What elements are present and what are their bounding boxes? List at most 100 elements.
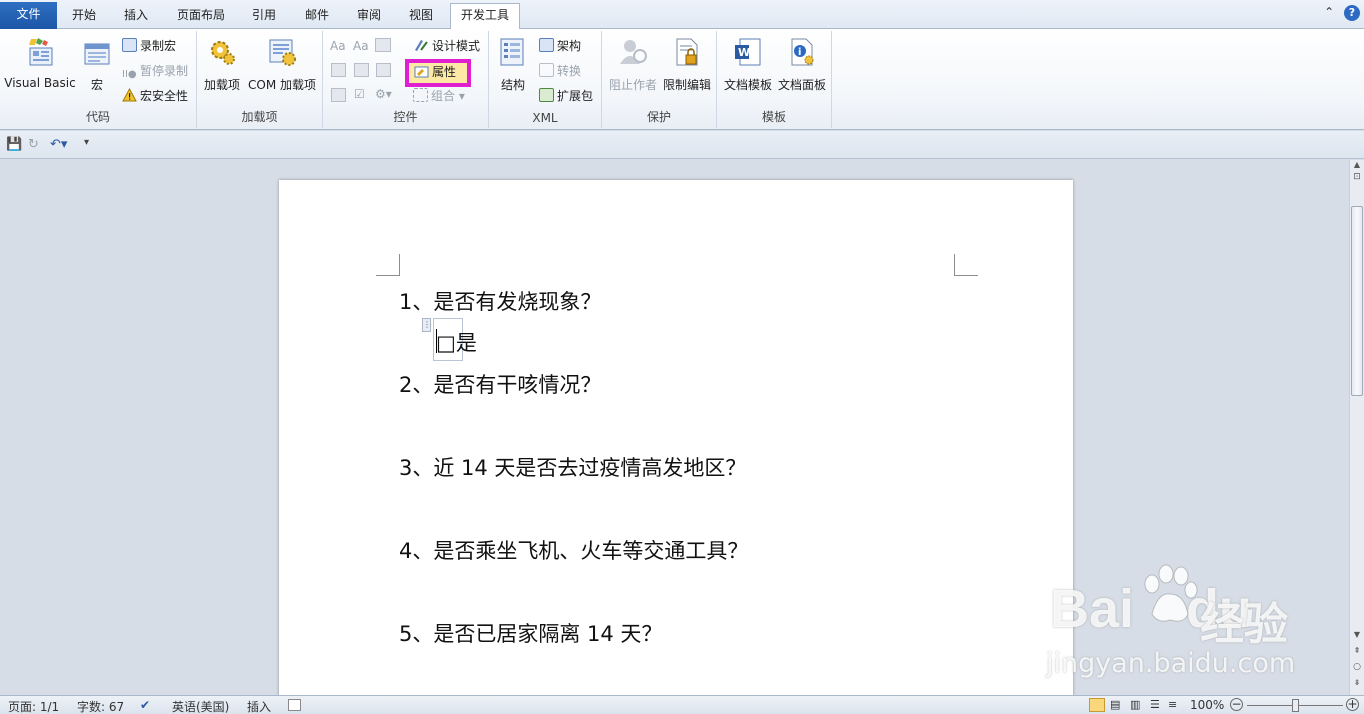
question-1: 1、是否有发烧现象？ xyxy=(399,290,602,314)
group-label-protect: 保护 xyxy=(646,110,671,124)
watermark-jingyan: 经验 xyxy=(1200,599,1288,650)
status-words[interactable]: 字数: 67 xyxy=(77,698,124,714)
document-page[interactable]: 1、是否有发烧现象？ ⋮ □是 2、是否有干咳情况？ 3、近 14 天是否去过疫… xyxy=(279,180,1073,695)
tab-review[interactable]: 审阅 xyxy=(347,4,391,29)
expansion-pack-icon xyxy=(539,88,554,102)
gear-icon xyxy=(211,41,235,65)
visual-basic-icon xyxy=(29,38,53,66)
group-controls: Aa Aa ☑ ⚙▾ 设计模式 属性 组合 ▾ 控件 xyxy=(323,31,489,128)
visual-basic-button[interactable]: Visual Basic xyxy=(4,33,76,90)
design-mode-icon xyxy=(415,40,428,51)
redo-icon[interactable]: ↻ xyxy=(28,137,39,152)
rich-text-control-button[interactable]: Aa xyxy=(330,36,346,56)
ribbon: Visual Basic 宏 录制宏 II● 暂停录制 宏安全性 代码 加载项 … xyxy=(0,29,1364,130)
group-label-code: 代码 xyxy=(85,110,110,124)
macros-button[interactable]: 宏 xyxy=(80,33,114,93)
group-templates: W 文档模板 i 文档面板 模板 xyxy=(717,31,832,128)
outline-view-icon[interactable]: ☰ xyxy=(1150,698,1160,711)
com-addins-icon xyxy=(269,39,296,66)
zoom-slider-thumb[interactable] xyxy=(1292,699,1299,712)
record-macro-button[interactable]: 录制宏 xyxy=(122,36,176,56)
tab-view[interactable]: 视图 xyxy=(399,4,443,29)
scroll-thumb[interactable] xyxy=(1351,206,1363,396)
restrict-editing-button[interactable]: 限制编辑 xyxy=(660,33,714,93)
tab-file[interactable]: 文件 xyxy=(0,2,57,29)
document-panel-button[interactable]: i 文档面板 xyxy=(775,33,829,93)
help-icon[interactable]: ? xyxy=(1344,5,1360,21)
checkbox-yes[interactable]: □是 xyxy=(436,327,477,357)
tab-mailings[interactable]: 邮件 xyxy=(295,4,339,29)
properties-button[interactable]: 属性 xyxy=(405,59,471,87)
com-addins-button[interactable]: COM 加载项 xyxy=(245,33,319,93)
picture-control-button[interactable] xyxy=(375,38,391,52)
design-mode-button[interactable]: 设计模式 xyxy=(413,36,480,56)
tab-insert[interactable]: 插入 xyxy=(114,4,158,29)
undo-icon[interactable]: ↶▾ xyxy=(50,137,67,152)
question-4: 4、是否乘坐飞机、火车等交通工具？ xyxy=(399,539,749,563)
document-workspace: 1、是否有发烧现象？ ⋮ □是 2、是否有干咳情况？ 3、近 14 天是否去过疫… xyxy=(0,160,1349,695)
combo-box-control-button[interactable] xyxy=(354,63,369,77)
group-xml: 结构 架构 转换 扩展包 XML xyxy=(489,31,602,128)
warning-icon xyxy=(122,87,137,102)
structure-button[interactable]: 结构 xyxy=(495,33,531,93)
macro-record-icon[interactable] xyxy=(288,699,301,711)
customize-qat-icon[interactable]: ▾ xyxy=(84,137,89,148)
margin-corner-left xyxy=(376,254,400,276)
draft-view-icon[interactable]: ≡ xyxy=(1168,698,1177,711)
macros-icon xyxy=(84,43,110,65)
status-bar: 页面: 1/1 字数: 67 ✔ 英语(美国) 插入 ▤ ▥ ☰ ≡ 100% … xyxy=(0,695,1364,714)
group-addins: 加载项 COM 加载项 加载项 xyxy=(197,31,323,128)
scroll-up-icon[interactable]: ▲ xyxy=(1351,160,1363,170)
status-page[interactable]: 页面: 1/1 xyxy=(8,698,59,714)
tab-references[interactable]: 引用 xyxy=(242,4,286,29)
web-layout-view-icon[interactable]: ▥ xyxy=(1130,698,1140,711)
transform-icon xyxy=(539,63,554,77)
print-layout-view-icon[interactable] xyxy=(1089,698,1105,712)
zoom-level[interactable]: 100% xyxy=(1190,698,1224,712)
building-block-control-button[interactable] xyxy=(331,63,346,77)
save-icon[interactable]: 💾 xyxy=(6,137,22,152)
zoom-out-icon[interactable]: − xyxy=(1230,698,1243,711)
tab-developer[interactable]: 开发工具 xyxy=(450,3,521,30)
previous-page-icon[interactable]: ⇞ xyxy=(1351,646,1363,655)
question-3: 3、近 14 天是否去过疫情高发地区？ xyxy=(399,456,747,480)
checkbox-control-button[interactable]: ☑ xyxy=(354,84,365,104)
zoom-in-icon[interactable]: + xyxy=(1346,698,1359,711)
question-2: 2、是否有干咳情况？ xyxy=(399,373,602,397)
browse-object-icon[interactable]: ○ xyxy=(1351,662,1363,672)
tab-home[interactable]: 开始 xyxy=(62,4,106,29)
document-template-button[interactable]: W 文档模板 xyxy=(721,33,775,93)
pause-recording-button[interactable]: II● 暂停录制 xyxy=(122,61,188,81)
addins-button[interactable]: 加载项 xyxy=(203,33,241,93)
status-insert-mode[interactable]: 插入 xyxy=(247,698,271,714)
block-authors-button[interactable]: 阻止作者 xyxy=(607,33,659,93)
transform-button[interactable]: 转换 xyxy=(539,61,581,81)
properties-icon xyxy=(414,66,429,78)
minimize-ribbon-icon[interactable]: ⌃ xyxy=(1324,5,1334,19)
expansion-packs-button[interactable]: 扩展包 xyxy=(539,86,593,106)
tab-page-layout[interactable]: 页面布局 xyxy=(167,4,235,29)
group-label-controls: 控件 xyxy=(393,110,418,124)
control-handle-icon[interactable]: ⋮ xyxy=(422,318,431,332)
dropdown-control-button[interactable] xyxy=(376,63,391,77)
svg-text:i: i xyxy=(798,47,801,58)
group-button[interactable]: 组合 ▾ xyxy=(413,86,465,106)
macro-security-button[interactable]: 宏安全性 xyxy=(122,86,188,106)
vertical-scrollbar[interactable]: ▲ ⊡ ▼ ⇞ ○ ⇟ xyxy=(1349,160,1364,695)
next-page-icon[interactable]: ⇟ xyxy=(1351,678,1363,687)
proofing-icon[interactable]: ✔ xyxy=(140,698,150,712)
legacy-tools-button[interactable]: ⚙▾ xyxy=(375,84,392,104)
schema-button[interactable]: 架构 xyxy=(539,36,581,56)
full-screen-view-icon[interactable]: ▤ xyxy=(1110,698,1120,711)
document-panel-icon: i xyxy=(791,38,814,66)
date-picker-control-button[interactable] xyxy=(331,88,346,102)
margin-corner-right xyxy=(954,254,978,276)
plain-text-control-button[interactable]: Aa xyxy=(353,36,369,56)
status-language[interactable]: 英语(美国) xyxy=(172,698,229,714)
record-macro-icon xyxy=(122,38,137,52)
scroll-down-icon[interactable]: ▼ xyxy=(1351,630,1363,639)
schema-icon xyxy=(539,38,554,52)
group-icon xyxy=(413,88,428,102)
ruler-toggle-icon[interactable]: ⊡ xyxy=(1351,172,1363,186)
group-code: Visual Basic 宏 录制宏 II● 暂停录制 宏安全性 代码 xyxy=(0,31,197,128)
